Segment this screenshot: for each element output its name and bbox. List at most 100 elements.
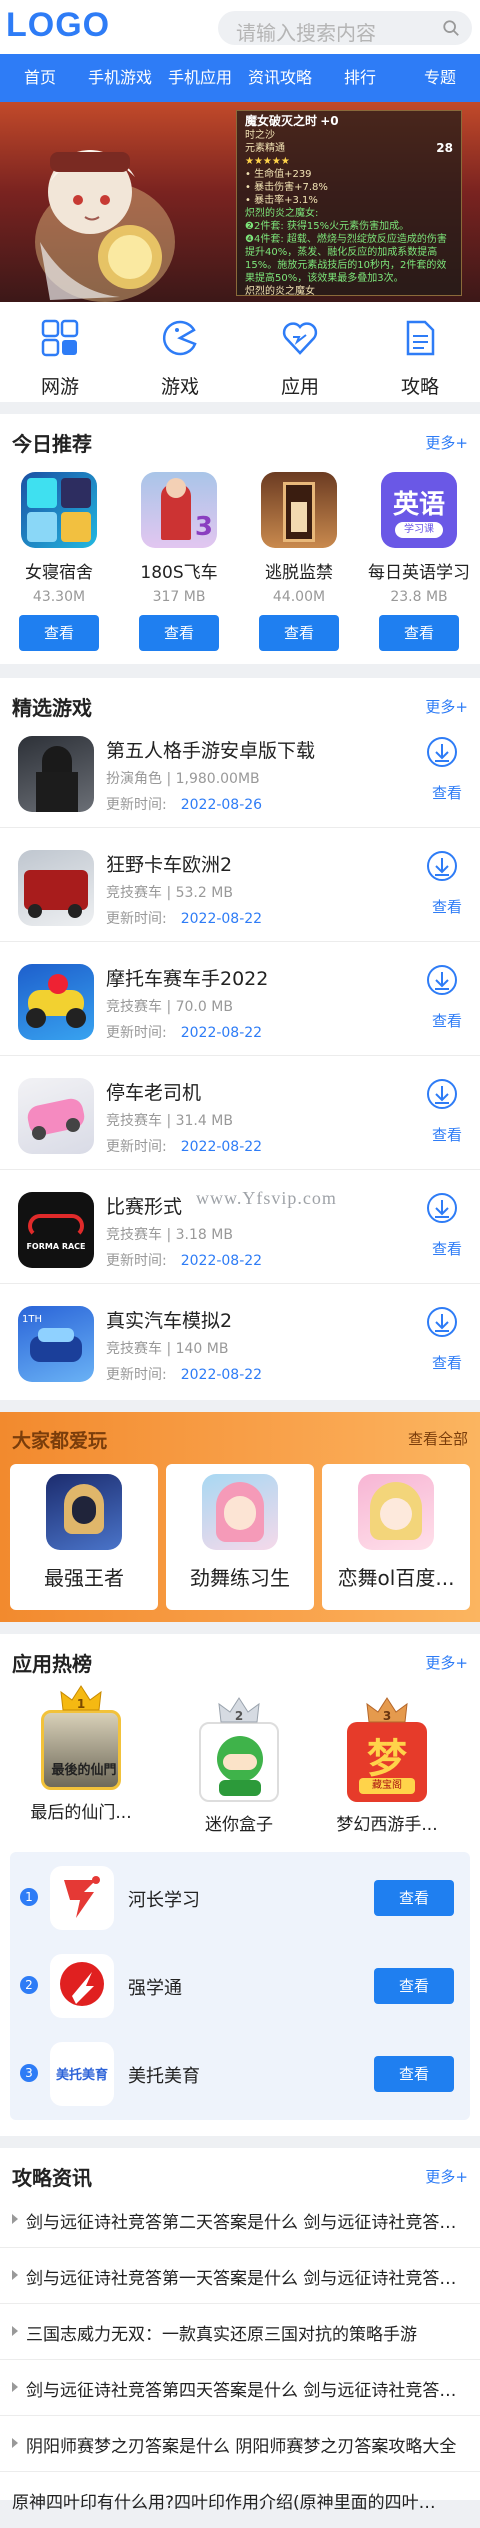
app-name: 河长学习 (128, 1890, 200, 1911)
hot-apps-list: 1 河长学习 查看 2 强学通 查看 3 美托美育 美托美育 查看 (10, 1852, 470, 2120)
nav-mobile-apps[interactable]: 手机应用 (160, 54, 240, 102)
game-row[interactable]: 第五人格手游安卓版下载 扮演角色 | 1,980.00MB 更新时间: 2022-… (0, 714, 480, 828)
hot-top-item[interactable]: 梦 藏宝阁 3 梦幻西游手... (322, 1697, 452, 1835)
hot-top-item[interactable]: 最後的仙門 1 最后的仙门... (16, 1685, 146, 1823)
article-title[interactable]: 剑与远征诗社竞答第一天答案是什么 剑与远征诗社竞答第一天答案 (26, 2264, 466, 2289)
game-icon: FORMA RACE (18, 1192, 94, 1268)
artifact-sub-stat: • 暴击伤害+7.8% (245, 182, 328, 193)
download-label[interactable]: 查看 (432, 1010, 462, 1031)
download-label[interactable]: 查看 (432, 896, 462, 917)
download-icon[interactable] (426, 850, 458, 882)
nav-mobile-games[interactable]: 手机游戏 (80, 54, 160, 102)
article-title[interactable]: 原神四叶印有什么用?四叶印作用介绍(原神里面的四叶印是什么) (12, 2488, 452, 2513)
article-title[interactable]: 三国志威力无双：一款真实还原三国对抗的策略手游 (26, 2320, 466, 2345)
download-label[interactable]: 查看 (432, 1352, 462, 1373)
download-label[interactable]: 查看 (432, 1238, 462, 1259)
article-title[interactable]: 阴阳师赛梦之刃答案是什么 阴阳师赛梦之刃答案攻略大全 (26, 2432, 466, 2457)
game-meta: 竞技赛车 | 3.18 MB (106, 1227, 233, 1243)
quick-label: 攻略 (400, 376, 439, 398)
search-box[interactable]: 请输入搜索内容 (218, 11, 472, 45)
nav-topics[interactable]: 专题 (400, 54, 480, 102)
love-card[interactable]: 劲舞练习生 (166, 1464, 314, 1610)
article-item[interactable]: 剑与远征诗社竞答第一天答案是什么 剑与远征诗社竞答第一天答案 (0, 2248, 480, 2304)
icon-text: 美托美育 (55, 2068, 108, 2083)
nav-guides[interactable]: 资讯攻略 (240, 54, 320, 102)
download-icon[interactable] (426, 1192, 458, 1224)
search-icon[interactable] (442, 19, 460, 37)
download-icon[interactable] (426, 736, 458, 768)
hero-banner[interactable]: 魔女破灭之时 +0 时之沙 元素精通 28 ★★★★★ • 生命值+239 • 暴… (0, 102, 480, 302)
app-icon (199, 1722, 279, 1802)
view-button[interactable]: 查看 (374, 1880, 454, 1916)
quick-apps[interactable]: 应用 (240, 302, 360, 402)
update-label: 更新时间: (106, 1253, 167, 1269)
hezhang-logo-icon (64, 1876, 100, 1918)
article-title[interactable]: 剑与远征诗社竞答第二天答案是什么 剑与远征诗社竞答第二天答案 (26, 2208, 466, 2233)
game-row[interactable]: 摩托车赛车手2022 竞技赛车 | 70.0 MB 更新时间: 2022-08-2… (0, 942, 480, 1056)
quick-label: 游戏 (160, 376, 199, 398)
download-icon[interactable] (426, 964, 458, 996)
view-button[interactable]: 查看 (19, 615, 99, 651)
view-button[interactable]: 查看 (379, 615, 459, 651)
main-nav: 首页 手机游戏 手机应用 资讯攻略 排行 专题 (0, 54, 480, 102)
game-icon (18, 736, 94, 812)
nav-ranking[interactable]: 排行 (320, 54, 400, 102)
quick-guides[interactable]: 攻略 (360, 302, 480, 402)
quick-online-games[interactable]: 网游 (0, 302, 120, 402)
artifact-main-stat: 元素精通 (245, 143, 285, 154)
article-title[interactable]: 剑与远征诗社竞答第四天答案是什么 剑与远征诗社竞答第四天答案 (26, 2376, 466, 2401)
update-date: 2022-08-22 (180, 1253, 263, 1269)
artifact-sub-stat: • 生命值+239 (245, 169, 312, 180)
download-icon[interactable] (426, 1306, 458, 1338)
featured-games-section: 精选游戏 更多+ 第五人格手游安卓版下载 扮演角色 | 1,980.00MB 更… (0, 678, 480, 1400)
rec-item[interactable]: 3 180S飞车 317 MB 查看 (124, 472, 234, 651)
guides-news-section: 攻略资讯 更多+ 剑与远征诗社竞答第二天答案是什么 剑与远征诗社竞答第二天答案 … (0, 2148, 480, 2513)
article-item[interactable]: 三国志威力无双：一款真实还原三国对抗的策略手游 (0, 2304, 480, 2360)
app-name: 180S飞车 (140, 563, 218, 583)
quick-games[interactable]: 游戏 (120, 302, 240, 402)
document-icon (406, 320, 435, 356)
artifact-set-footer: 炽烈的炎之魔女 (245, 286, 315, 297)
app-icon: 英语 学习课 (381, 472, 457, 548)
bullet-icon (12, 2270, 18, 2280)
app-icon: 梦 藏宝阁 (347, 1722, 427, 1802)
download-icon[interactable] (426, 1078, 458, 1110)
game-row[interactable]: 停车老司机 竞技赛车 | 31.4 MB 更新时间: 2022-08-22 查看 (0, 1056, 480, 1170)
download-label[interactable]: 查看 (432, 1124, 462, 1145)
article-item[interactable]: 原神四叶印有什么用?四叶印作用介绍(原神里面的四叶印是什么) (0, 2472, 480, 2528)
search-placeholder[interactable]: 请输入搜索内容 (236, 17, 376, 46)
more-link[interactable]: 更多+ (425, 2166, 468, 2187)
list-item[interactable]: 1 河长学习 查看 (10, 1854, 470, 1942)
view-button[interactable]: 查看 (259, 615, 339, 651)
game-row[interactable]: 1TH 真实汽车模拟2 竞技赛车 | 140 MB 更新时间: 2022-08-2… (0, 1284, 480, 1398)
view-button[interactable]: 查看 (374, 2056, 454, 2092)
download-label[interactable]: 查看 (432, 782, 462, 803)
update-date: 2022-08-22 (180, 1139, 263, 1155)
view-button[interactable]: 查看 (139, 615, 219, 651)
update-date: 2022-08-22 (180, 1367, 263, 1383)
section-title: 今日推荐 (12, 432, 92, 456)
more-link[interactable]: 更多+ (425, 432, 468, 453)
artifact-set-4pc: ❹4件套: 超载、燃烧与烈绽放反应造成的伤害提升40%，蒸发、融化反应的加成系数… (245, 234, 447, 284)
icon-text: 最後的仙門 (51, 1763, 117, 1778)
view-button[interactable]: 查看 (374, 1968, 454, 2004)
grid-icon (41, 319, 79, 357)
list-item[interactable]: 2 强学通 查看 (10, 1942, 470, 2030)
article-item[interactable]: 剑与远征诗社竞答第二天答案是什么 剑与远征诗社竞答第二天答案 (0, 2192, 480, 2248)
love-card[interactable]: 最强王者 (10, 1464, 158, 1610)
site-logo[interactable]: LOGO (6, 6, 110, 45)
game-row[interactable]: 狂野卡车欧洲2 竞技赛车 | 53.2 MB 更新时间: 2022-08-22 查… (0, 828, 480, 942)
rec-item[interactable]: 英语 学习课 每日英语学习 23.8 MB 查看 (364, 472, 474, 651)
heart-icon (282, 322, 318, 355)
hot-top-item[interactable]: 2 迷你盒子 (174, 1697, 304, 1835)
list-item[interactable]: 3 美托美育 美托美育 查看 (10, 2030, 470, 2118)
view-all-link[interactable]: 查看全部 (408, 1428, 468, 1449)
love-card[interactable]: 恋舞ol百度... (322, 1464, 470, 1610)
nav-home[interactable]: 首页 (0, 54, 80, 102)
more-link[interactable]: 更多+ (425, 1652, 468, 1673)
rec-item[interactable]: 女寝宿舍 43.30M 查看 (4, 472, 114, 651)
article-item[interactable]: 阴阳师赛梦之刃答案是什么 阴阳师赛梦之刃答案攻略大全 (0, 2416, 480, 2472)
section-title: 大家都爱玩 (12, 1430, 108, 1452)
article-item[interactable]: 剑与远征诗社竞答第四天答案是什么 剑与远征诗社竞答第四天答案 (0, 2360, 480, 2416)
rec-item[interactable]: 逃脱监禁 44.00M 查看 (244, 472, 354, 651)
